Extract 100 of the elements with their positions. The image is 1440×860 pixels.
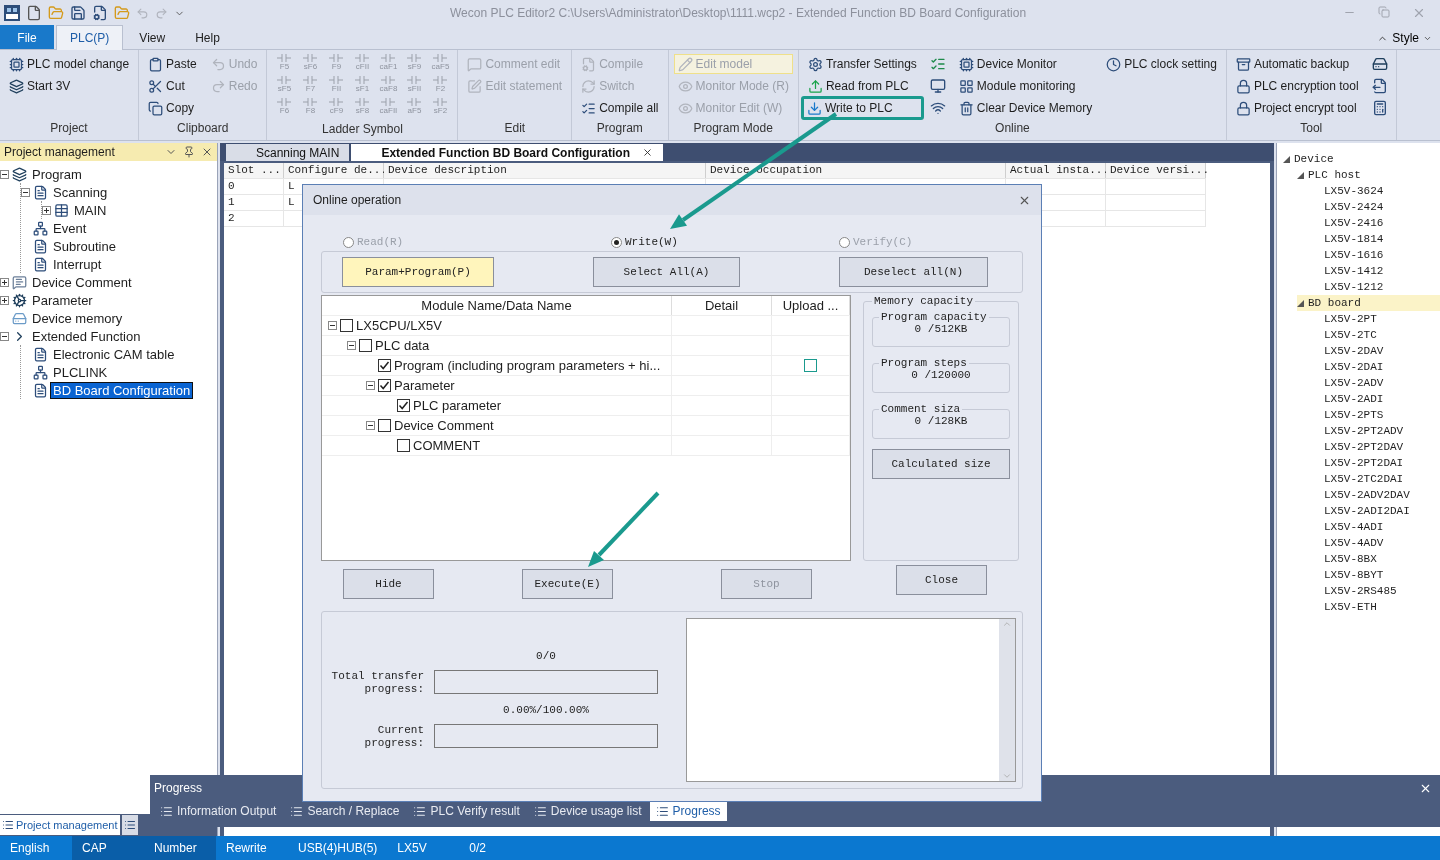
tree-item[interactable]: PLCLINK: [51, 364, 110, 380]
preset-button[interactable]: Select All(A): [593, 257, 740, 287]
preset-button[interactable]: Deselect all(N): [839, 257, 988, 287]
tree-item[interactable]: LX5V-1412: [1324, 265, 1384, 277]
ribbon-button[interactable]: Cut: [144, 76, 201, 96]
ribbon-button[interactable]: Paste: [144, 54, 201, 74]
tree-item[interactable]: LX5V-2PT: [1324, 313, 1377, 325]
expand-toggle[interactable]: [0, 295, 9, 305]
ribbon-button[interactable]: Clear Device Memory: [954, 98, 1097, 118]
tree-item[interactable]: LX5V-2ADI: [1324, 393, 1384, 405]
collapse-toggle[interactable]: [328, 321, 337, 330]
radio-option[interactable]: Write(W): [611, 233, 839, 251]
expanded-icon[interactable]: [1297, 299, 1304, 307]
tree-item[interactable]: LX5V-2PT2ADV: [1324, 425, 1404, 437]
expanded-icon[interactable]: [1283, 155, 1290, 163]
tree-item[interactable]: Interrupt: [51, 256, 104, 272]
document-tab[interactable]: Scanning MAIN: [226, 144, 350, 161]
preset-button[interactable]: Param+Program(P): [342, 257, 494, 287]
collapse-toggle[interactable]: [21, 187, 30, 197]
tree-item[interactable]: Event: [51, 220, 89, 236]
tree-item[interactable]: LX5V-2ADV2DAV: [1324, 489, 1410, 501]
checkbox[interactable]: [340, 319, 353, 332]
checkbox[interactable]: [397, 439, 410, 452]
style-menu[interactable]: Style: [1369, 31, 1440, 49]
tree-item[interactable]: LX5V-2424: [1324, 201, 1384, 213]
tree-item[interactable]: LX5V-2RS485: [1324, 585, 1397, 597]
ribbon-button[interactable]: Device Monitor: [954, 54, 1097, 74]
checkbox[interactable]: [359, 339, 372, 352]
expanded-icon[interactable]: [1297, 171, 1304, 179]
tree-item[interactable]: LX5V-1814: [1324, 233, 1384, 245]
tree-item[interactable]: LX5V-2TC2DAI: [1324, 473, 1404, 485]
ribbon-button[interactable]: PLC clock setting: [1102, 54, 1221, 74]
ribbon-button[interactable]: Project encrypt tool: [1231, 98, 1363, 118]
collapse-toggle[interactable]: [347, 341, 356, 350]
collapse-toggle[interactable]: [366, 381, 375, 390]
menu-tab[interactable]: PLC(P): [56, 25, 124, 50]
ribbon-button[interactable]: Module monitoring: [954, 76, 1097, 96]
tree-item[interactable]: LX5V-ETH: [1324, 601, 1377, 613]
collapse-toggle[interactable]: [0, 169, 9, 179]
upload-checkbox[interactable]: [804, 359, 817, 372]
tree-item[interactable]: LX5V-3624: [1324, 185, 1384, 197]
panel-tab[interactable]: Device usage list: [527, 801, 648, 821]
tree-item[interactable]: LX5V-8BX: [1324, 553, 1377, 565]
tree-item[interactable]: LX5V-2DAV: [1324, 345, 1384, 357]
ribbon-button[interactable]: Write to PLC: [800, 96, 924, 120]
tree-item[interactable]: LX5V-2416: [1324, 217, 1384, 229]
tree-item[interactable]: LX5V-1212: [1324, 281, 1384, 293]
panel-tab[interactable]: [121, 815, 138, 835]
tree-item[interactable]: Electronic CAM table: [51, 346, 177, 362]
expand-toggle[interactable]: [42, 205, 51, 215]
ribbon-button[interactable]: PLC encryption tool: [1231, 76, 1363, 96]
tree-item[interactable]: Device: [1294, 153, 1334, 165]
panel-tab[interactable]: Search / Replace: [284, 801, 406, 821]
action-button[interactable]: Execute(E): [522, 569, 613, 599]
ribbon-button[interactable]: Start 3V: [5, 76, 134, 96]
ribbon-button[interactable]: Transfer Settings: [803, 54, 921, 74]
panel-tab[interactable]: PLC Verify result: [407, 801, 526, 821]
checkbox[interactable]: [397, 399, 410, 412]
tree-item[interactable]: PLC host: [1308, 169, 1361, 181]
ribbon-button[interactable]: Automatic backup: [1231, 54, 1363, 74]
ribbon-button[interactable]: Read from PLC: [803, 76, 921, 96]
menu-tab[interactable]: View: [125, 25, 180, 49]
tree-item[interactable]: LX5V-2TC: [1324, 329, 1377, 341]
ribbon-button[interactable]: Copy: [144, 98, 201, 118]
tree-item[interactable]: BD Board Configuration: [51, 382, 193, 398]
action-button[interactable]: Close: [896, 565, 987, 595]
checkbox[interactable]: [378, 419, 391, 432]
tree-item[interactable]: LX5V-2ADI2DAI: [1324, 505, 1410, 517]
tree-item[interactable]: MAIN: [72, 202, 109, 218]
ribbon-button[interactable]: Compile all: [577, 98, 663, 118]
panel-tab[interactable]: Progress: [649, 801, 727, 821]
tree-item[interactable]: LX5V-1616: [1324, 249, 1384, 261]
collapse-toggle[interactable]: [0, 331, 9, 341]
tree-item[interactable]: Device memory: [30, 310, 125, 326]
ribbon-button[interactable]: PLC model change: [5, 54, 134, 74]
tree-item[interactable]: LX5V-4ADI: [1324, 521, 1384, 533]
collapse-toggle[interactable]: [366, 421, 375, 430]
panel-tab[interactable]: Project management: [0, 815, 120, 835]
tree-item[interactable]: Extended Function: [30, 328, 143, 344]
tree-item[interactable]: LX5V-2DAI: [1324, 361, 1384, 373]
tree-item[interactable]: LX5V-4ADV: [1324, 537, 1384, 549]
checkbox[interactable]: [378, 359, 391, 372]
calculate-button[interactable]: Calculated size: [872, 449, 1010, 479]
tree-item[interactable]: LX5V-8BYT: [1324, 569, 1384, 581]
checkbox[interactable]: [378, 379, 391, 392]
tree-item[interactable]: Subroutine: [51, 238, 118, 254]
tree-item[interactable]: LX5V-2PT2DAI: [1324, 457, 1404, 469]
tree-item[interactable]: LX5V-2PTS: [1324, 409, 1384, 421]
tree-item[interactable]: Program: [30, 166, 84, 182]
expand-toggle[interactable]: [0, 277, 9, 287]
tree-item[interactable]: Parameter: [30, 292, 95, 308]
menu-tab[interactable]: Help: [181, 25, 234, 49]
tree-item[interactable]: LX5V-2PT2DAV: [1324, 441, 1404, 453]
tree-item[interactable]: Device Comment: [30, 274, 134, 290]
tree-item[interactable]: Scanning: [51, 184, 110, 200]
document-tab[interactable]: Extended Function BD Board Configuration: [351, 144, 664, 161]
action-button[interactable]: Hide: [343, 569, 434, 599]
menu-tab[interactable]: File: [0, 25, 54, 49]
panel-tab[interactable]: Information Output: [154, 801, 283, 821]
tree-item[interactable]: LX5V-2ADV: [1324, 377, 1384, 389]
